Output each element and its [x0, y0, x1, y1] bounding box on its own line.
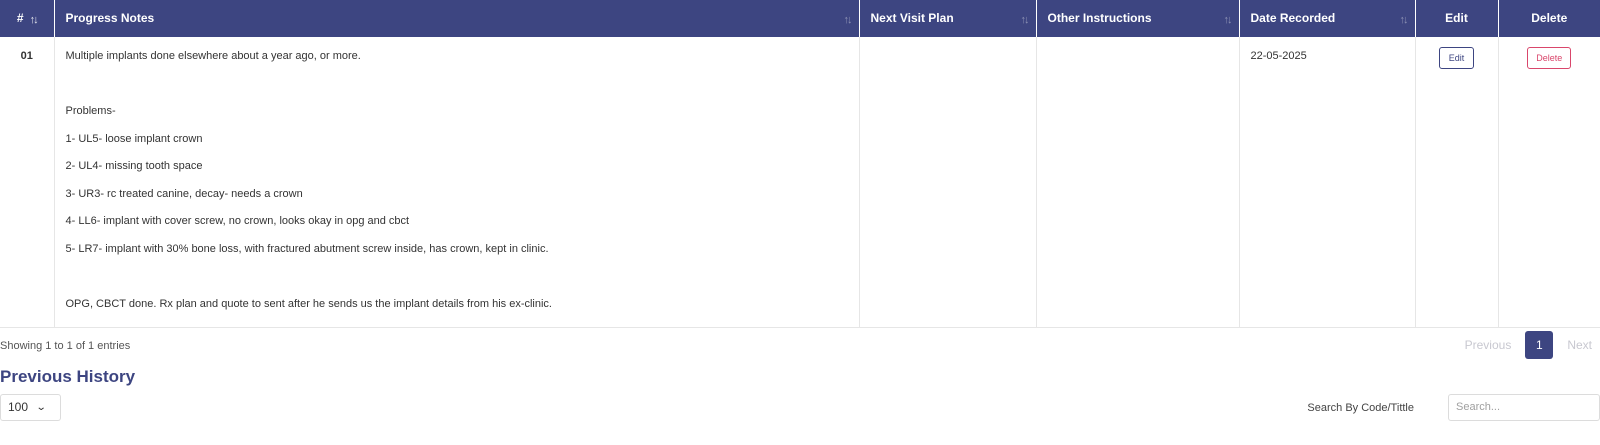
- note-blank-line: [66, 269, 848, 297]
- page-size-select[interactable]: 100 ⌄: [0, 393, 61, 421]
- note-line: 5- LR7- implant with 30% bone loss, with…: [65, 242, 549, 255]
- column-header-label: Other Instructions: [1047, 10, 1152, 25]
- edit-button[interactable]: Edit: [1438, 47, 1475, 69]
- progress-notes-table: # ↑↓ Progress Notes ↑↓ Next Visit Plan ↑↓…: [0, 0, 1600, 328]
- note-line: 4- LL6- implant with cover screw, no cro…: [65, 215, 410, 227]
- edit-cell: Edit: [1415, 37, 1499, 328]
- column-header-label: #: [16, 10, 24, 25]
- column-header-label: Delete: [1531, 10, 1568, 25]
- note-line: Problems-: [65, 105, 116, 117]
- sort-arrows-icon[interactable]: ↑↓: [1400, 14, 1409, 26]
- note-line: OPG, CBCT done. Rx plan and quote to sen…: [65, 297, 553, 310]
- note-line: 2- UL4- missing tooth space: [65, 160, 203, 172]
- column-header-label: Date Recorded: [1250, 10, 1336, 25]
- date-recorded-cell: 22-05-2025: [1239, 37, 1416, 328]
- column-header-other-instructions[interactable]: Other Instructions ↑↓: [1036, 0, 1240, 37]
- table-header-row: # ↑↓ Progress Notes ↑↓ Next Visit Plan ↑↓…: [0, 0, 1600, 37]
- delete-button[interactable]: Delete: [1527, 47, 1572, 69]
- search-label: Search By Code/Tittle: [1307, 401, 1414, 414]
- pagination-previous[interactable]: Previous: [1453, 338, 1524, 352]
- other-instructions-cell: [1036, 37, 1240, 328]
- table-footer: Showing 1 to 1 of 1 entries Previous 1 N…: [0, 328, 1600, 364]
- search-input[interactable]: [1448, 393, 1600, 421]
- pagination-next[interactable]: Next: [1555, 338, 1600, 352]
- note-blank-line: [66, 77, 848, 105]
- note-line: Multiple implants done elsewhere about a…: [65, 50, 361, 62]
- pagination-page-1[interactable]: 1: [1525, 330, 1554, 359]
- chevron-down-icon: ⌄: [35, 401, 47, 413]
- delete-cell: Delete: [1498, 37, 1600, 328]
- progress-notes-cell: Multiple implants done elsewhere about a…: [54, 37, 860, 328]
- history-controls: 100 ⌄ Search By Code/Tittle: [0, 393, 1600, 424]
- note-line: 3- UR3- rc treated canine, decay- needs …: [65, 187, 303, 200]
- column-header-label: Progress Notes: [65, 10, 155, 25]
- column-header-edit: Edit: [1415, 0, 1499, 37]
- page-size-value: 100: [8, 400, 29, 414]
- note-line: 1- UL5- loose implant crown: [65, 132, 203, 145]
- sort-arrows-icon[interactable]: ↑↓: [30, 14, 39, 26]
- column-header-delete: Delete: [1498, 0, 1600, 37]
- sort-arrows-icon[interactable]: ↑↓: [1021, 14, 1030, 26]
- column-header-label: Edit: [1445, 10, 1468, 25]
- pagination: Previous 1 Next: [1453, 330, 1600, 359]
- sort-arrows-icon[interactable]: ↑↓: [1224, 14, 1233, 26]
- table-row: 01 Multiple implants done elsewhere abou…: [0, 37, 1600, 328]
- row-index: 01: [0, 37, 55, 328]
- previous-history-title: Previous History: [0, 366, 136, 386]
- column-header-index[interactable]: # ↑↓: [0, 0, 55, 37]
- next-visit-plan-cell: [859, 37, 1037, 328]
- sort-arrows-icon[interactable]: ↑↓: [844, 14, 853, 26]
- column-header-next-visit-plan[interactable]: Next Visit Plan ↑↓: [859, 0, 1037, 37]
- column-header-label: Next Visit Plan: [870, 10, 954, 25]
- column-header-date-recorded[interactable]: Date Recorded ↑↓: [1239, 0, 1416, 37]
- entries-info: Showing 1 to 1 of 1 entries: [0, 339, 131, 352]
- column-header-progress-notes[interactable]: Progress Notes ↑↓: [54, 0, 860, 37]
